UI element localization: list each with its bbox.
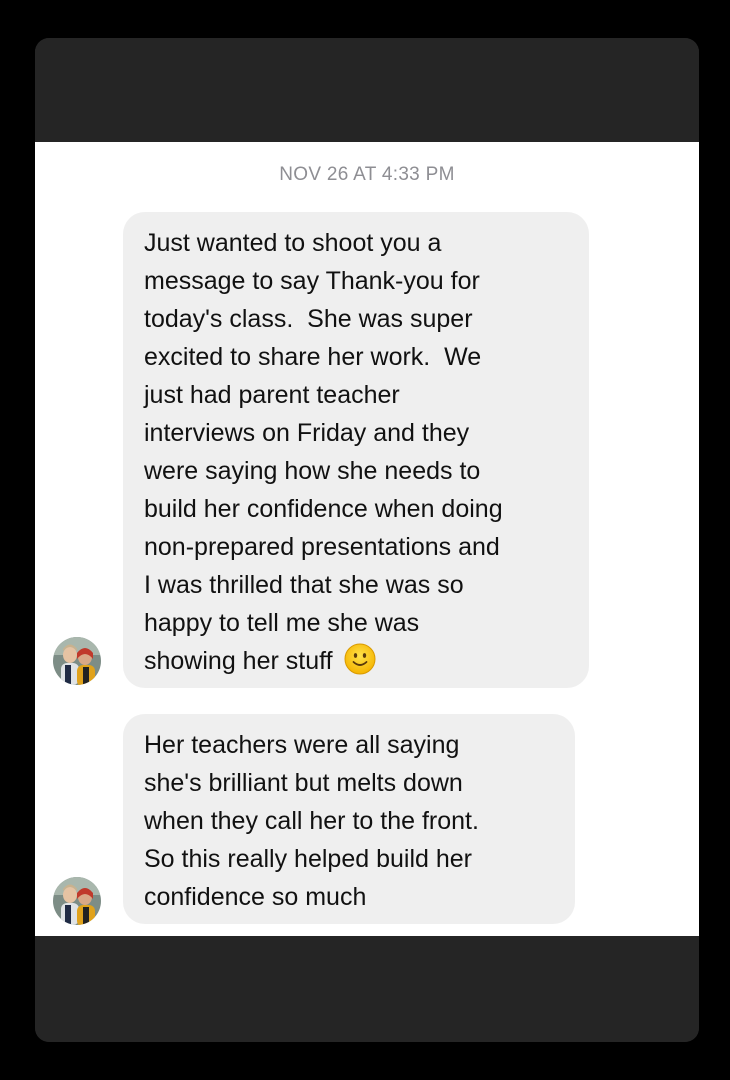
- message-text: Just wanted to shoot you a message to sa…: [144, 229, 503, 675]
- top-redacted-bar: [35, 38, 699, 142]
- message-thread[interactable]: NOV 26 AT 4:33 PM Just wanted to shoot y…: [35, 142, 699, 936]
- avatar-photo: [53, 637, 101, 685]
- bottom-redacted-bar: [35, 936, 699, 1042]
- message-timestamp: NOV 26 AT 4:33 PM: [279, 164, 455, 185]
- avatar-photo: [53, 877, 101, 925]
- message-bubble[interactable]: Her teachers were all saying she's brill…: [123, 714, 575, 924]
- screenshot-frame: NOV 26 AT 4:33 PM Just wanted to shoot y…: [35, 38, 699, 1042]
- message-bubble[interactable]: Just wanted to shoot you a message to sa…: [123, 212, 589, 688]
- avatar[interactable]: [53, 637, 101, 685]
- avatar[interactable]: [53, 877, 101, 925]
- slightly-smiling-face-icon: [344, 643, 375, 675]
